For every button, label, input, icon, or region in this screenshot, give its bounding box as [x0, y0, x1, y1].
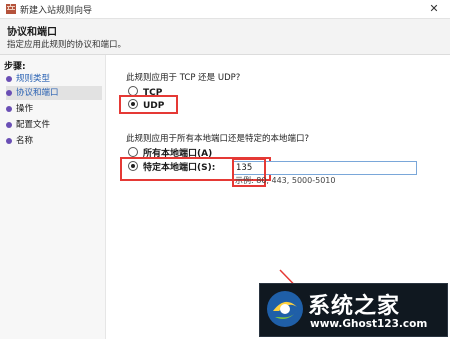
watermark-text: 系统之家	[308, 293, 401, 319]
ghost-logo-icon	[267, 291, 303, 327]
watermark: 系统之家 www.Ghost123.com	[259, 283, 448, 337]
watermark-url: www.Ghost123.com	[310, 318, 428, 330]
